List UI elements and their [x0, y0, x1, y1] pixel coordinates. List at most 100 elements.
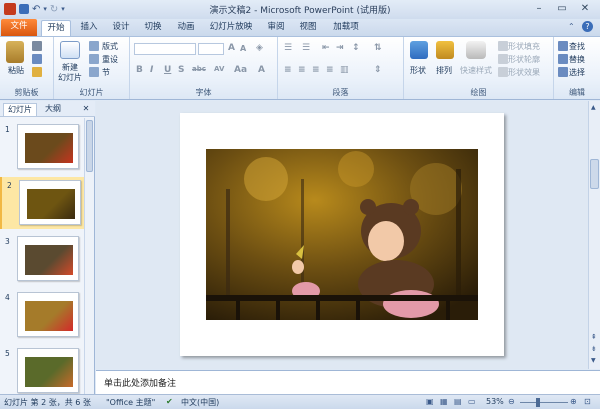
slide-preview[interactable] — [17, 348, 79, 393]
help-icon[interactable]: ? — [582, 21, 593, 32]
find-button[interactable]: 查找 — [569, 41, 585, 52]
select-icon[interactable] — [558, 67, 568, 77]
close-button[interactable]: ✕ — [574, 1, 596, 16]
shadow-button[interactable]: S — [178, 65, 184, 75]
bullets-icon[interactable]: ☰ — [284, 43, 292, 53]
paste-icon[interactable] — [6, 41, 24, 63]
tab-review[interactable]: 审阅 — [263, 20, 289, 36]
spell-check-icon[interactable]: ✔ — [166, 397, 173, 406]
text-direction-icon[interactable]: ⇅ — [374, 43, 382, 53]
reset-icon[interactable] — [89, 54, 99, 64]
tab-slides[interactable]: 幻灯片 — [3, 103, 37, 116]
tab-design[interactable]: 设计 — [108, 20, 134, 36]
previous-slide-icon[interactable]: ⇞ — [591, 333, 597, 341]
next-slide-icon[interactable]: ⇟ — [591, 345, 597, 353]
align-left-icon[interactable]: ≡ — [284, 65, 292, 75]
shape-outline-button[interactable]: 形状轮廓 — [508, 54, 540, 65]
slide-preview[interactable] — [19, 180, 81, 225]
cut-icon[interactable] — [32, 41, 42, 51]
minimize-button[interactable]: – — [528, 1, 550, 16]
normal-view-icon[interactable]: ▣ — [426, 397, 434, 406]
tab-home[interactable]: 开始 — [41, 20, 71, 36]
find-icon[interactable] — [558, 41, 568, 51]
fit-to-window-icon[interactable]: ⊡ — [584, 397, 591, 406]
slide-preview[interactable] — [17, 292, 79, 337]
justify-icon[interactable]: ≡ — [326, 65, 334, 75]
section-icon[interactable] — [89, 67, 99, 77]
tab-insert[interactable]: 插入 — [76, 20, 102, 36]
clear-format-icon[interactable]: ◈ — [256, 43, 263, 53]
new-slide-label2[interactable]: 幻灯片 — [58, 72, 82, 83]
quick-styles-icon[interactable] — [466, 41, 486, 59]
font-color-icon[interactable]: A — [258, 65, 265, 75]
shape-fill-icon[interactable] — [498, 41, 508, 51]
zoom-out-icon[interactable]: ⊖ — [508, 397, 515, 406]
tab-view[interactable]: 视图 — [295, 20, 321, 36]
increase-indent-icon[interactable]: ⇥ — [336, 43, 344, 53]
align-right-icon[interactable]: ≡ — [312, 65, 320, 75]
zoom-slider-thumb[interactable] — [536, 398, 540, 407]
decrease-indent-icon[interactable]: ⇤ — [322, 43, 330, 53]
layout-icon[interactable] — [89, 41, 99, 51]
tab-animations[interactable]: 动画 — [173, 20, 199, 36]
format-painter-icon[interactable] — [32, 67, 42, 77]
slide-thumbnail[interactable]: 3 — [0, 233, 84, 285]
layout-button[interactable]: 版式 — [102, 41, 118, 52]
columns-icon[interactable]: ▥ — [340, 65, 349, 75]
slide-photo[interactable] — [206, 149, 478, 320]
spacing-button[interactable]: AV — [214, 65, 224, 73]
scroll-up-icon[interactable]: ▲ — [591, 104, 596, 111]
shape-effects-icon[interactable] — [498, 67, 508, 77]
scroll-down-icon[interactable]: ▼ — [591, 357, 596, 364]
bold-button[interactable]: B — [136, 65, 143, 75]
tab-addins[interactable]: 加载项 — [328, 20, 364, 36]
quick-styles-button[interactable]: 快速样式 — [460, 65, 492, 76]
slide-thumbnail[interactable]: 2 — [0, 177, 84, 229]
scroll-thumb[interactable] — [590, 159, 599, 189]
zoom-in-icon[interactable]: ⊕ — [570, 397, 577, 406]
align-text-icon[interactable]: ⇕ — [374, 65, 382, 75]
tab-file[interactable]: 文件 — [1, 19, 37, 36]
current-slide[interactable] — [180, 113, 504, 356]
numbering-icon[interactable]: ☰ — [302, 43, 310, 53]
italic-button[interactable]: I — [150, 65, 153, 75]
notes-pane[interactable]: 单击此处添加备注 — [96, 370, 600, 394]
maximize-button[interactable]: ▭ — [551, 1, 573, 16]
slide-thumbnail[interactable]: 1 — [0, 121, 84, 173]
slide-thumbnail[interactable]: 5 — [0, 345, 84, 397]
new-slide-icon[interactable] — [60, 41, 80, 59]
paste-button[interactable]: 粘贴 — [8, 65, 24, 76]
reading-view-icon[interactable]: ▤ — [454, 397, 462, 406]
arrange-icon[interactable] — [436, 41, 454, 59]
reset-button[interactable]: 重设 — [102, 54, 118, 65]
tab-outline[interactable]: 大纲 — [40, 103, 66, 116]
zoom-level[interactable]: 53% — [486, 397, 504, 406]
underline-button[interactable]: U — [164, 65, 171, 75]
notes-placeholder[interactable]: 单击此处添加备注 — [104, 376, 176, 389]
collapse-ribbon-icon[interactable]: ⌃ — [568, 22, 575, 31]
slides-pane-scrollbar[interactable] — [84, 118, 94, 394]
change-case-button[interactable]: Aa — [234, 65, 247, 75]
line-spacing-icon[interactable]: ↕ — [352, 43, 360, 53]
font-size-dropdown[interactable] — [198, 43, 224, 55]
slide-thumbnail[interactable]: 4 — [0, 289, 84, 341]
align-center-icon[interactable]: ≡ — [298, 65, 306, 75]
slide-preview[interactable] — [17, 124, 79, 169]
tab-slideshow[interactable]: 幻灯片放映 — [205, 20, 257, 36]
section-button[interactable]: 节 — [102, 67, 110, 78]
zoom-slider[interactable] — [520, 402, 568, 403]
slide-sorter-icon[interactable]: ▦ — [440, 397, 448, 406]
shapes-icon[interactable] — [410, 41, 428, 59]
slide-preview[interactable] — [17, 236, 79, 281]
theme-name[interactable]: "Office 主题" — [106, 397, 155, 408]
scroll-thumb[interactable] — [86, 120, 93, 172]
shrink-font-icon[interactable]: A — [240, 44, 246, 53]
copy-icon[interactable] — [32, 54, 42, 64]
replace-icon[interactable] — [558, 54, 568, 64]
close-pane-button[interactable]: ✕ — [80, 103, 92, 116]
replace-button[interactable]: 替换 — [569, 54, 585, 65]
font-name-dropdown[interactable] — [134, 43, 196, 55]
shape-outline-icon[interactable] — [498, 54, 508, 64]
strikethrough-button[interactable]: abc — [192, 65, 206, 73]
slideshow-icon[interactable]: ▭ — [468, 397, 476, 406]
